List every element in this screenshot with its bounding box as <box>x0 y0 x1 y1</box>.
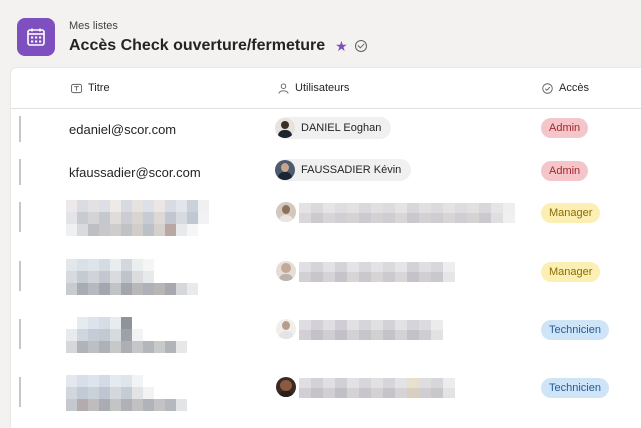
avatar <box>276 319 296 339</box>
column-header-label: Utilisateurs <box>295 82 350 94</box>
check-circle-icon[interactable] <box>354 40 367 52</box>
avatar <box>275 160 295 180</box>
access-badge: Technicien <box>541 320 609 340</box>
table-row[interactable]: Manager <box>11 194 641 251</box>
table-row[interactable]: Technicien <box>11 311 641 368</box>
column-header-label: Titre <box>88 82 110 94</box>
email-cell[interactable]: kfaussadier@scor.com <box>69 165 201 180</box>
row-selector[interactable] <box>19 261 21 291</box>
person-name: DANIEL Eoghan <box>301 122 382 134</box>
table-row[interactable]: Manager <box>11 253 641 310</box>
access-badge: Admin <box>541 161 589 181</box>
redacted-email <box>66 200 209 236</box>
access-badge: Technicien <box>541 378 609 398</box>
access-badge: Manager <box>541 262 601 282</box>
page-title[interactable]: Accès Check ouverture/fermeture <box>69 37 325 55</box>
calendar-icon <box>17 18 55 56</box>
list-header: Mes listes Accès Check ouverture/fermetu… <box>0 0 641 68</box>
access-badge: Admin <box>541 118 589 138</box>
access-badge: Manager <box>541 203 601 223</box>
person-icon <box>278 82 289 94</box>
check-circle-icon <box>542 82 553 94</box>
star-icon[interactable]: ★ <box>335 39 348 53</box>
column-header-acces[interactable]: Accès <box>542 82 589 94</box>
table-row[interactable]: Technicien <box>11 369 641 426</box>
person-chip[interactable]: DANIEL Eoghan <box>275 117 392 139</box>
breadcrumb[interactable]: Mes listes <box>69 20 118 32</box>
redacted-email <box>66 375 187 411</box>
email-cell[interactable]: edaniel@scor.com <box>69 122 176 137</box>
row-selector[interactable] <box>19 202 21 232</box>
row-selector[interactable] <box>19 159 21 185</box>
person-name: FAUSSADIER Kévin <box>301 164 402 176</box>
avatar <box>275 118 295 138</box>
text-icon <box>71 83 82 93</box>
column-header-label: Accès <box>559 82 589 94</box>
redacted-email <box>66 259 198 295</box>
column-header-utilisateurs[interactable]: Utilisateurs <box>278 82 349 94</box>
row-selector[interactable] <box>19 319 21 349</box>
avatar <box>276 261 296 281</box>
column-header-titre[interactable]: Titre <box>71 82 110 94</box>
redacted-user <box>299 378 455 398</box>
column-header-row: Titre Utilisateurs Accès <box>11 68 641 109</box>
redacted-user <box>299 262 455 282</box>
title-row: Accès Check ouverture/fermeture ★ <box>69 37 367 55</box>
avatar <box>276 377 296 397</box>
redacted-user <box>299 203 517 223</box>
list-view: Titre Utilisateurs Accès edaniel@scor.co… <box>11 68 641 428</box>
row-selector[interactable] <box>19 116 21 142</box>
avatar <box>276 202 296 222</box>
redacted-email <box>66 317 187 353</box>
person-chip[interactable]: FAUSSADIER Kévin <box>275 159 412 181</box>
row-selector[interactable] <box>19 377 21 407</box>
redacted-user <box>299 320 443 340</box>
